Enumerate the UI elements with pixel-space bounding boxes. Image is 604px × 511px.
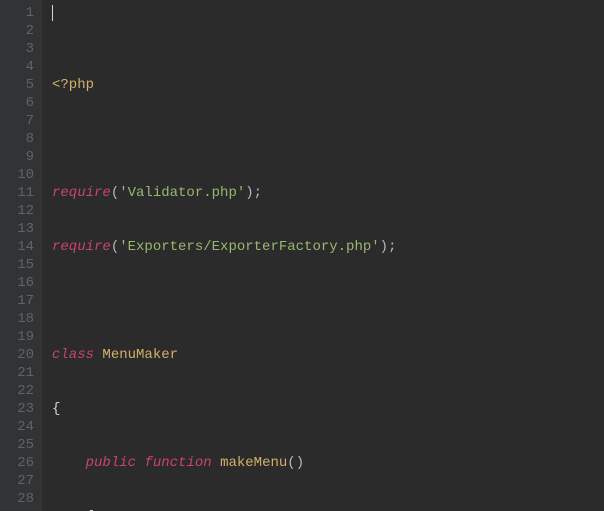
code-editor[interactable]: 1 2 3 4 5 6 7 8 9 10 11 12 13 14 15 16 1… xyxy=(0,0,604,511)
code-line: { xyxy=(52,400,604,418)
code-line: class MenuMaker xyxy=(52,346,604,364)
text-cursor xyxy=(52,5,53,21)
line-number: 8 xyxy=(12,130,34,148)
line-number: 5 xyxy=(12,76,34,94)
line-number-gutter: 1 2 3 4 5 6 7 8 9 10 11 12 13 14 15 16 1… xyxy=(0,0,42,511)
line-number: 15 xyxy=(12,256,34,274)
line-number: 28 xyxy=(12,490,34,508)
code-line: <?php xyxy=(52,76,604,94)
code-line xyxy=(52,130,604,148)
line-number: 27 xyxy=(12,472,34,490)
line-number: 3 xyxy=(12,40,34,58)
line-number: 1 xyxy=(12,4,34,22)
line-number: 16 xyxy=(12,274,34,292)
line-number: 7 xyxy=(12,112,34,130)
code-line: require('Exporters/ExporterFactory.php')… xyxy=(52,238,604,256)
line-number: 2 xyxy=(12,22,34,40)
line-number: 26 xyxy=(12,454,34,472)
code-line xyxy=(52,292,604,310)
php-open-tag: <?php xyxy=(52,77,94,93)
line-number: 20 xyxy=(12,346,34,364)
code-line: public function makeMenu() xyxy=(52,454,604,472)
line-number: 19 xyxy=(12,328,34,346)
line-number: 13 xyxy=(12,220,34,238)
line-number: 22 xyxy=(12,382,34,400)
line-number: 9 xyxy=(12,148,34,166)
line-number: 23 xyxy=(12,400,34,418)
code-line: require('Validator.php'); xyxy=(52,184,604,202)
line-number: 25 xyxy=(12,436,34,454)
line-number: 18 xyxy=(12,310,34,328)
line-number: 10 xyxy=(12,166,34,184)
line-number: 24 xyxy=(12,418,34,436)
code-area[interactable]: <?php require('Validator.php'); require(… xyxy=(42,0,604,511)
line-number: 17 xyxy=(12,292,34,310)
line-number: 21 xyxy=(12,364,34,382)
line-number: 11 xyxy=(12,184,34,202)
line-number: 4 xyxy=(12,58,34,76)
line-number: 6 xyxy=(12,94,34,112)
line-number: 12 xyxy=(12,202,34,220)
line-number: 14 xyxy=(12,238,34,256)
